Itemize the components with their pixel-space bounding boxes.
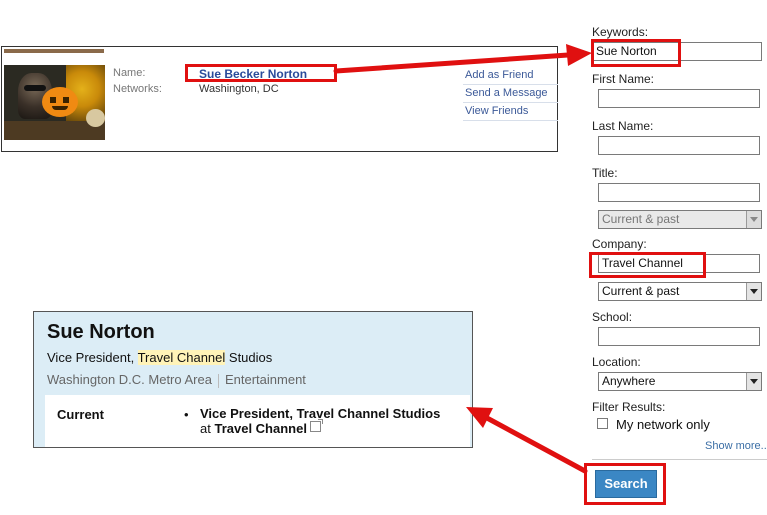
name-to-keywords-arrow bbox=[333, 52, 571, 74]
arrowhead-icon bbox=[566, 44, 592, 66]
search-to-result-arrow bbox=[484, 415, 588, 474]
annotation-arrows bbox=[333, 44, 592, 474]
